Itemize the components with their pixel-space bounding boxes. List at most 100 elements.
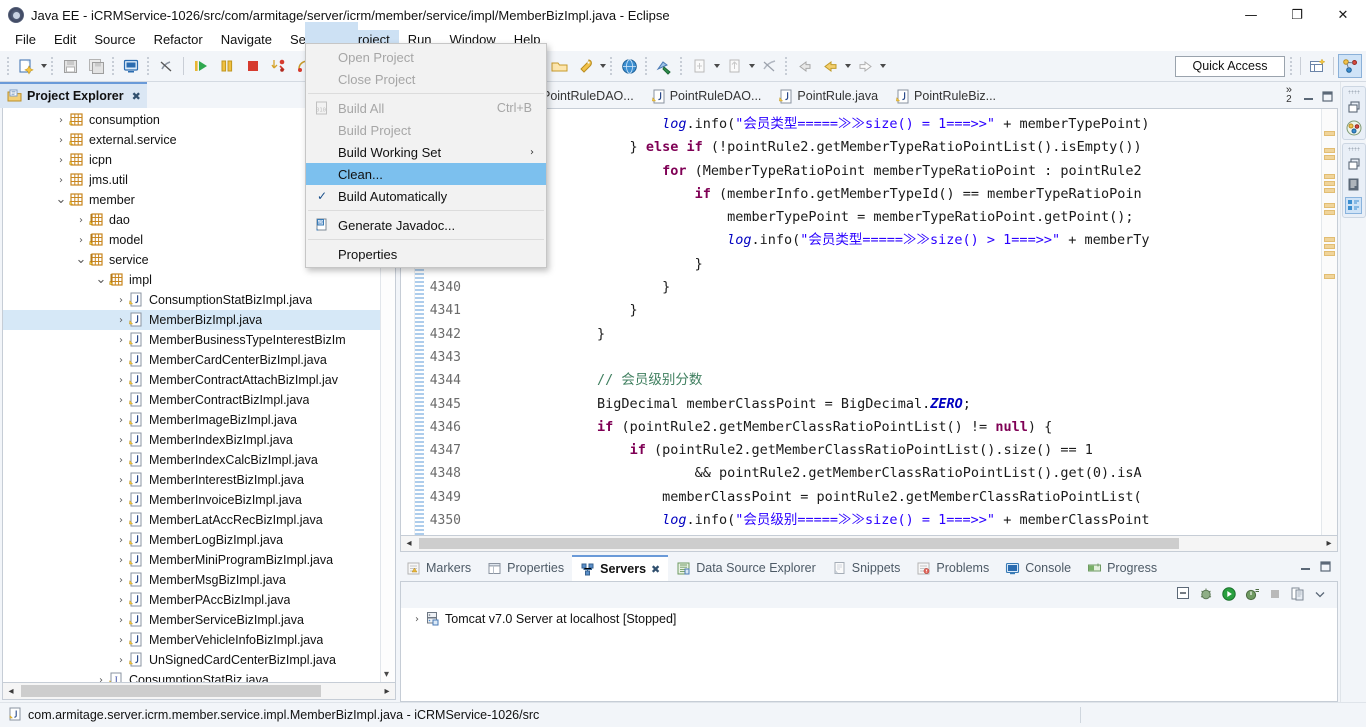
bottom-tab-markers[interactable]: Markers [398, 555, 479, 581]
code-line[interactable] [467, 346, 1321, 369]
debug-server-icon[interactable] [1198, 586, 1214, 605]
bottom-tab-properties[interactable]: Properties [479, 555, 572, 581]
toolbar-grip-4[interactable] [146, 56, 151, 76]
view-menu-icon[interactable] [1313, 587, 1327, 604]
bottom-tab-servers[interactable]: Servers ✖ [572, 555, 669, 581]
chevron-right-icon[interactable]: › [113, 292, 129, 308]
tree-item[interactable]: › MemberMiniProgramBizImpl.java [3, 550, 395, 570]
toolbar-grip-9[interactable] [644, 56, 649, 76]
chevron-right-icon[interactable]: › [113, 612, 129, 628]
toolbar-grip-10[interactable] [679, 56, 684, 76]
step-into-icon[interactable] [266, 54, 292, 78]
restore-icon[interactable] [1345, 155, 1362, 172]
open-web-browser-icon[interactable] [616, 54, 642, 78]
close-button[interactable]: ✕ [1320, 0, 1366, 30]
chevron-right-icon[interactable]: › [53, 152, 69, 168]
tree-item[interactable]: › MemberContractBizImpl.java [3, 390, 395, 410]
tree-item[interactable]: › MemberPAccBizImpl.java [3, 590, 395, 610]
chevron-down-icon[interactable]: ⌄ [93, 272, 109, 288]
maximize-icon[interactable] [1319, 560, 1332, 576]
previous-annotation-icon[interactable] [721, 54, 747, 78]
code-line[interactable]: } else if (!pointRule2.getMemberClassRat… [467, 532, 1321, 535]
tree-item-selected[interactable]: › MemberBizImpl.java [3, 310, 395, 330]
code-line[interactable]: BigDecimal memberClassPoint = BigDecimal… [467, 393, 1321, 416]
tree-item[interactable]: › MemberServiceBizImpl.java [3, 610, 395, 630]
bottom-tab-progress[interactable]: Progress [1079, 555, 1165, 581]
scroll-right-icon[interactable]: ▸ [379, 686, 395, 697]
tree-item[interactable]: › MemberIndexBizImpl.java [3, 430, 395, 450]
servers-list[interactable]: › Tomcat v7.0 Server at localhost [Stoppe… [401, 608, 1337, 630]
chevron-right-icon[interactable]: › [113, 552, 129, 568]
toggle-breadcrumb-icon[interactable] [153, 54, 179, 78]
source-code[interactable]: log.info("会员类型=====≫≫size() = 1===>>" + … [467, 109, 1321, 535]
code-line[interactable]: log.info("会员级别=====≫≫size() = 1===>>" + … [467, 509, 1321, 532]
tree-hscroll-thumb[interactable] [21, 685, 321, 697]
chevron-right-icon[interactable]: › [113, 312, 129, 328]
toolbar-grip-12[interactable] [1289, 56, 1294, 76]
search-icon[interactable] [651, 54, 677, 78]
code-line[interactable]: if (memberInfo.getMemberTypeId() == memb… [467, 183, 1321, 206]
minimize-icon[interactable] [1302, 90, 1315, 106]
start-server-icon[interactable] [1221, 586, 1237, 605]
editor-tab[interactable]: PointRule.java [771, 84, 889, 108]
chevron-right-icon[interactable]: › [113, 432, 129, 448]
minimize-icon[interactable] [1299, 560, 1312, 576]
editor-tab[interactable]: PointRuleDAO... [643, 84, 772, 108]
scroll-right-icon[interactable]: ▸ [1321, 538, 1337, 549]
project-dropdown-menu[interactable]: Open Project Close Project 010 Build All Ctr… [305, 43, 547, 268]
menu-item-refactor[interactable]: Refactor [145, 30, 212, 51]
minimize-button[interactable]: — [1228, 0, 1274, 30]
chevron-right-icon[interactable]: › [53, 172, 69, 188]
bottom-tab-snippets[interactable]: Snippets [824, 555, 909, 581]
code-line[interactable]: && pointRule2.getMemberClassRatioPointLi… [467, 462, 1321, 485]
tree-item[interactable]: › MemberContractAttachBizImpl.jav [3, 370, 395, 390]
tree-item[interactable]: › UnSignedCardCenterBizImpl.java [3, 650, 395, 670]
chevron-right-icon[interactable]: › [409, 611, 425, 627]
previous-annotation-caret[interactable] [747, 54, 756, 78]
tree-item[interactable]: › MemberVehicleInfoBizImpl.java [3, 630, 395, 650]
menu-item-build-working-set[interactable]: Build Working Set › [306, 141, 546, 163]
tree-item[interactable]: › MemberLogBizImpl.java [3, 530, 395, 550]
suspend-icon[interactable] [214, 54, 240, 78]
rail-grip-2[interactable] [1347, 147, 1360, 151]
restore-icon[interactable] [1345, 98, 1362, 115]
code-line[interactable]: } else if (!pointRule2.getMemberTypeRati… [467, 136, 1321, 159]
editor-horizontal-scrollbar[interactable]: ◂ ▸ [400, 536, 1338, 552]
open-perspective-icon[interactable] [1305, 54, 1329, 78]
tree-item[interactable]: › MemberCardCenterBizImpl.java [3, 350, 395, 370]
outline-view-icon[interactable] [1345, 176, 1362, 193]
menu-item-clean[interactable]: Clean... [306, 163, 546, 185]
menu-item-navigate[interactable]: Navigate [212, 30, 281, 51]
code-line[interactable]: for (MemberTypeRatioPoint memberTypeRati… [467, 160, 1321, 183]
code-line[interactable]: } [467, 299, 1321, 322]
scroll-left-icon[interactable]: ◂ [401, 538, 417, 549]
back-history-icon[interactable] [817, 54, 843, 78]
chevron-right-icon[interactable]: › [53, 132, 69, 148]
toolbar-grip-2[interactable] [50, 56, 55, 76]
bottom-tab-console[interactable]: Console [997, 555, 1079, 581]
forward-dropdown-caret[interactable] [878, 54, 887, 78]
scroll-left-icon[interactable]: ◂ [3, 686, 19, 697]
tree-item[interactable]: › MemberMsgBizImpl.java [3, 570, 395, 590]
tree-item[interactable]: › MemberIndexCalcBizImpl.java [3, 450, 395, 470]
editor-overview-ruler[interactable] [1321, 109, 1337, 535]
menu-item-file[interactable]: File [6, 30, 45, 51]
back-icon[interactable] [791, 54, 817, 78]
tree-item[interactable]: › MemberLatAccRecBizImpl.java [3, 510, 395, 530]
code-line[interactable]: // 会员级别分数 [467, 369, 1321, 392]
code-line[interactable]: } [467, 323, 1321, 346]
menu-item-generate-javadoc[interactable]: @ Generate Javadoc... [306, 214, 546, 236]
bottom-tab-problems[interactable]: Problems [908, 555, 997, 581]
chevron-right-icon[interactable]: › [113, 372, 129, 388]
server-row[interactable]: › Tomcat v7.0 Server at localhost [Stoppe… [401, 608, 1337, 630]
tree-item[interactable]: › MemberImageBizImpl.java [3, 410, 395, 430]
toolbar-grip-3[interactable] [111, 56, 116, 76]
chevron-right-icon[interactable]: › [73, 232, 89, 248]
back-dropdown-caret[interactable] [843, 54, 852, 78]
save-all-icon[interactable] [83, 54, 109, 78]
print-icon[interactable] [118, 54, 144, 78]
chevron-right-icon[interactable]: › [113, 392, 129, 408]
tree-horizontal-scrollbar[interactable]: ◂ ▸ [2, 683, 396, 700]
code-line[interactable]: memberClassPoint = pointRule2.getMemberC… [467, 486, 1321, 509]
toolbar-grip-8[interactable] [609, 56, 614, 76]
